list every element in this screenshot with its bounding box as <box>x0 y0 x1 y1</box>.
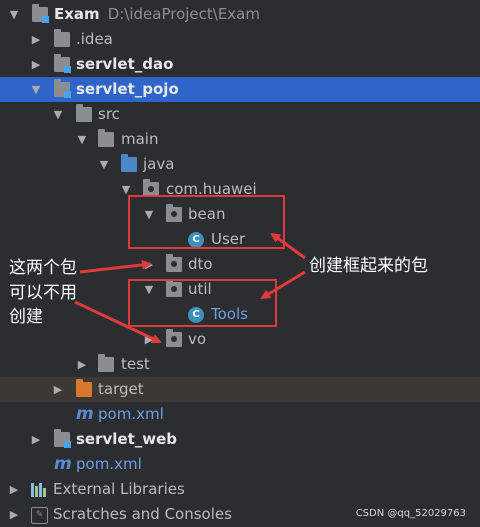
annotation-left-line1: 这两个包 <box>9 258 77 278</box>
arrow-to-util-box <box>260 270 306 300</box>
annotation-left-line3: 创建 <box>9 307 43 327</box>
annotation-left-line2: 可以不用 <box>9 283 77 303</box>
arrow-to-dto <box>79 259 152 274</box>
annotation-right: 创建框起来的包 <box>309 256 428 276</box>
arrow-to-vo <box>74 300 162 344</box>
watermark: CSDN @qq_52029763 <box>355 508 466 519</box>
arrow-to-bean-box <box>270 232 306 260</box>
